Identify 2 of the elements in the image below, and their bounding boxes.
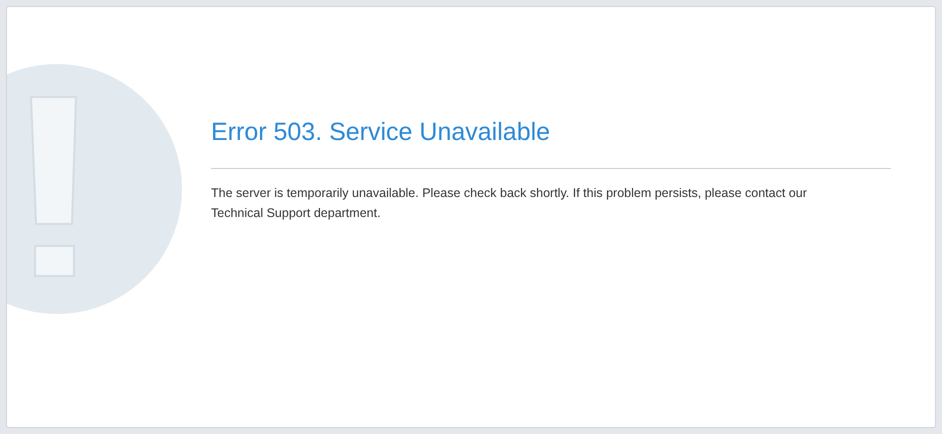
error-message: The server is temporarily unavailable. Please check back shortly. If this problem persists, please contact our Technical Support department. [211,185,808,222]
error-title: Error 503. Service Unavailable [211,116,891,169]
